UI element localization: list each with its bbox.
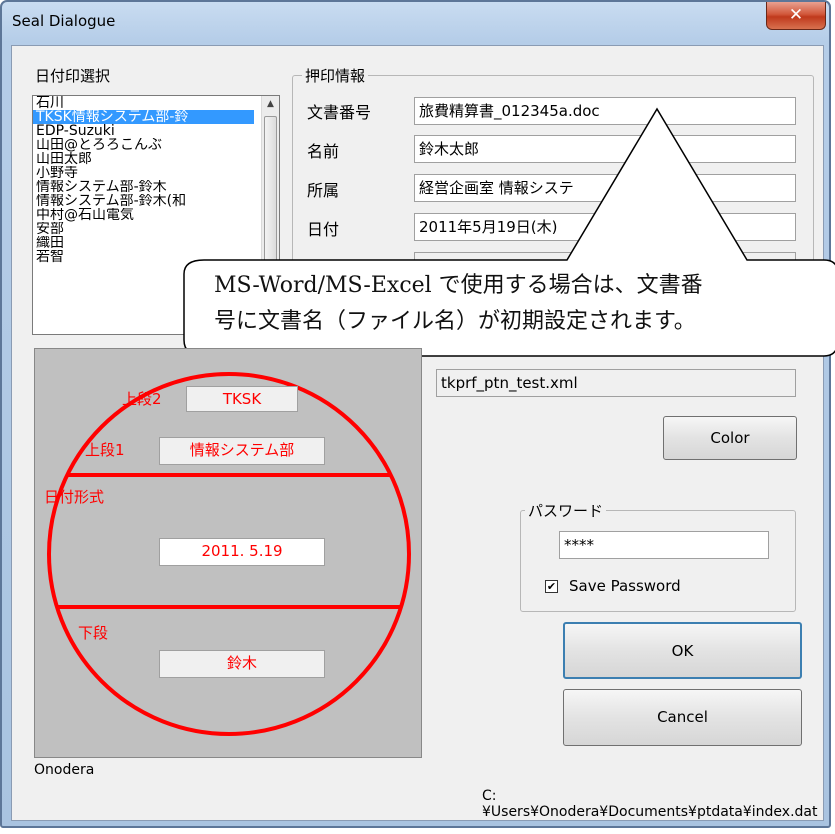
color-button[interactable]: Color	[663, 416, 797, 460]
callout-line-2: 号に文書名（ファイル名）が初期設定されます。	[214, 309, 696, 334]
date-format-label: 日付形式	[44, 488, 105, 506]
cancel-button[interactable]: Cancel	[563, 689, 802, 746]
upper2-field[interactable]: TKSK	[186, 386, 298, 412]
callout-line-1: MS-Word/MS-Excel で使用する場合は、文書番	[214, 273, 703, 298]
checkmark-icon: ✔	[546, 580, 557, 593]
ok-button[interactable]: OK	[563, 622, 802, 679]
lower-label: 下段	[78, 624, 109, 642]
callout-text: MS-Word/MS-Excel で使用する場合は、文書番 号に文書名（ファイル…	[214, 268, 834, 340]
upper2-label: 上段2	[122, 390, 162, 408]
password-field[interactable]: ****	[559, 531, 769, 559]
upper1-field[interactable]: 情報システム部	[159, 437, 325, 465]
password-group	[520, 510, 796, 612]
save-password-label[interactable]: Save Password	[569, 577, 681, 595]
status-user: Onodera	[34, 762, 95, 778]
seal-date-field[interactable]: 2011. 5.19	[159, 538, 325, 566]
save-password-checkbox[interactable]: ✔	[545, 580, 558, 593]
dialog-window: Seal Dialogue ✕ 日付印選択 石川 TKSK情報システム部-鈴 EDP…	[0, 0, 835, 828]
lower-field[interactable]: 鈴木	[159, 650, 325, 678]
status-path: C:¥Users¥Onodera¥Documents¥ptdata¥index.…	[482, 788, 818, 820]
upper1-label: 上段1	[85, 441, 125, 459]
password-group-label: パスワード	[525, 500, 607, 521]
